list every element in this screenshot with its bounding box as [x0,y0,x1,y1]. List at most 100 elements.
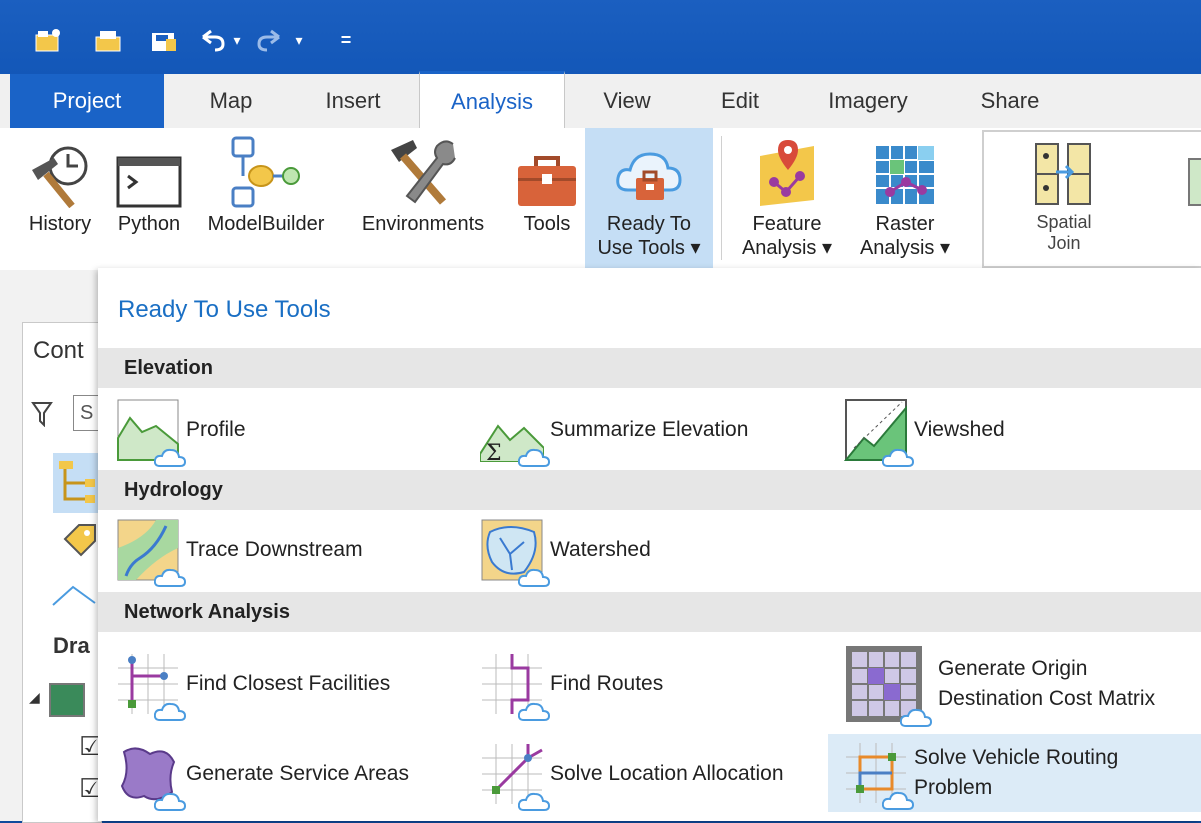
ribbon-tab-bar: Project Map Insert Analysis View Edit Im… [0,71,1201,129]
open-project-icon[interactable] [90,24,126,56]
tool-label: Generate Origin Destination Cost Matrix [938,654,1155,714]
history-label: History [28,213,92,235]
tools-label: Tools [523,213,571,235]
undo-dropdown-icon[interactable]: ▾ [228,24,246,56]
tool-trace-downstream[interactable]: Trace Downstream [116,512,363,588]
next-tool-icon[interactable] [1188,158,1201,206]
gallery-title: Ready To Use Tools [118,296,331,323]
tab-insert[interactable]: Insert [306,74,400,128]
spatial-join-icon [1034,134,1094,208]
raster-line1: Raster [875,213,935,235]
tab-imagery[interactable]: Imagery [808,74,928,128]
feature-analysis-button[interactable]: Feature Analysis ▾ [732,128,842,270]
feature-line2: Analysis ▾ [741,237,833,259]
label-tag-icon[interactable] [59,523,99,572]
tool-label: Generate Service Areas [186,762,409,785]
feature-line1: Feature [752,213,822,235]
sigma-glyph: Σ [486,441,502,462]
python-window-icon [116,134,182,208]
python-button[interactable]: Python [108,128,190,270]
ready-to-use-tools-button[interactable]: Ready To Use Tools ▾ [585,128,713,270]
filter-icon[interactable] [31,401,53,432]
tool-profile[interactable]: Profile [116,392,246,468]
tool-label: Profile [186,418,246,441]
customize-qat-icon[interactable]: = [336,24,356,56]
raster-analysis-label: Raster Analysis ▾ [860,212,950,260]
redo-dropdown-icon[interactable]: ▾ [290,24,308,56]
undo-icon[interactable] [196,24,226,56]
spatial-line2: Join [1047,233,1081,253]
tool-solve-location-allocation[interactable]: Solve Location Allocation [480,736,784,812]
ready-to-use-line1: Ready To [606,213,692,235]
tool-label: Viewshed [914,418,1005,441]
cloud-service-icon [518,568,550,587]
tool-generate-service-areas[interactable]: Generate Service Areas [116,736,409,812]
tab-share[interactable]: Share [960,74,1060,128]
find-closest-facilities-icon [116,652,186,721]
new-project-icon[interactable] [30,24,66,56]
tool-solve-vehicle-routing-problem[interactable]: Solve Vehicle Routing Problem [828,734,1201,812]
feature-analysis-label: Feature Analysis ▾ [742,212,832,260]
raster-analysis-button[interactable]: Raster Analysis ▾ [850,128,960,270]
tab-map[interactable]: Map [188,74,274,128]
summarize-elevation-icon: Σ [479,398,550,467]
cloud-service-icon [900,708,932,727]
tool-label: Solve Vehicle Routing Problem [914,743,1118,803]
tab-analysis[interactable]: Analysis [419,71,565,129]
category-network-analysis: Network Analysis [98,592,1201,632]
tab-project[interactable]: Project [10,74,164,128]
modelbuilder-button[interactable]: ModelBuilder [200,128,332,270]
modelbuilder-label: ModelBuilder [207,213,325,235]
modelbuilder-icon [231,134,301,208]
tool-find-routes[interactable]: Find Routes [480,646,663,722]
cloud-service-icon [882,791,914,810]
service-areas-icon [116,742,186,811]
list-by-drawing-order-button[interactable] [53,453,101,513]
od-line2: Destination Cost Matrix [938,687,1156,710]
od-line1: Generate Origin [938,657,1088,680]
tool-summarize-elevation[interactable]: Σ Summarize Elevation [479,392,748,468]
tool-label: Solve Location Allocation [550,762,784,785]
viewshed-icon [843,398,914,467]
contents-title: Cont [33,337,84,364]
tool-find-closest-facilities[interactable]: Find Closest Facilities [116,646,390,722]
tab-edit[interactable]: Edit [700,74,780,128]
raster-analysis-icon [872,134,938,208]
tool-label: Watershed [550,538,651,561]
od-cost-matrix-icon [844,644,932,727]
analysis-ribbon: History Python ModelBuilder Environments… [0,128,1201,271]
history-icon [24,134,96,208]
cloud-service-icon [518,792,550,811]
cloud-service-icon [518,702,550,721]
ready-to-use-tools-label: Ready To Use Tools ▾ [597,212,700,260]
save-project-icon[interactable] [146,24,182,56]
tab-view[interactable]: View [584,74,670,128]
tools-button[interactable]: Tools [512,128,582,270]
environments-icon [385,134,461,208]
history-button[interactable]: History [18,128,102,270]
vehicle-routing-icon [844,741,914,810]
cloud-service-icon [154,568,186,587]
trace-downstream-icon [116,518,186,587]
cloud-service-icon [154,448,186,467]
toolbox-icon [516,134,578,208]
tool-generate-od-cost-matrix[interactable]: Generate Origin Destination Cost Matrix [844,636,1155,732]
watershed-icon [480,518,550,587]
spatial-join-button[interactable]: Spatial Join [1014,128,1114,270]
profile-icon [116,398,186,467]
environments-label: Environments [361,213,485,235]
expand-toggle-icon[interactable]: ◢ [29,689,40,706]
category-hydrology: Hydrology [98,470,1201,510]
tool-watershed[interactable]: Watershed [480,512,651,588]
environments-button[interactable]: Environments [336,128,510,270]
cloud-service-icon [154,702,186,721]
cloud-service-icon [518,448,550,467]
location-allocation-icon [480,742,550,811]
tool-viewshed[interactable]: Viewshed [843,392,1005,468]
find-routes-icon [480,652,550,721]
spatial-join-label: Spatial Join [1036,212,1091,254]
spatial-line1: Spatial [1036,212,1092,232]
tool-label: Find Routes [550,672,664,695]
redo-icon[interactable] [256,24,286,56]
vrp-line1: Solve Vehicle Routing [914,746,1119,769]
